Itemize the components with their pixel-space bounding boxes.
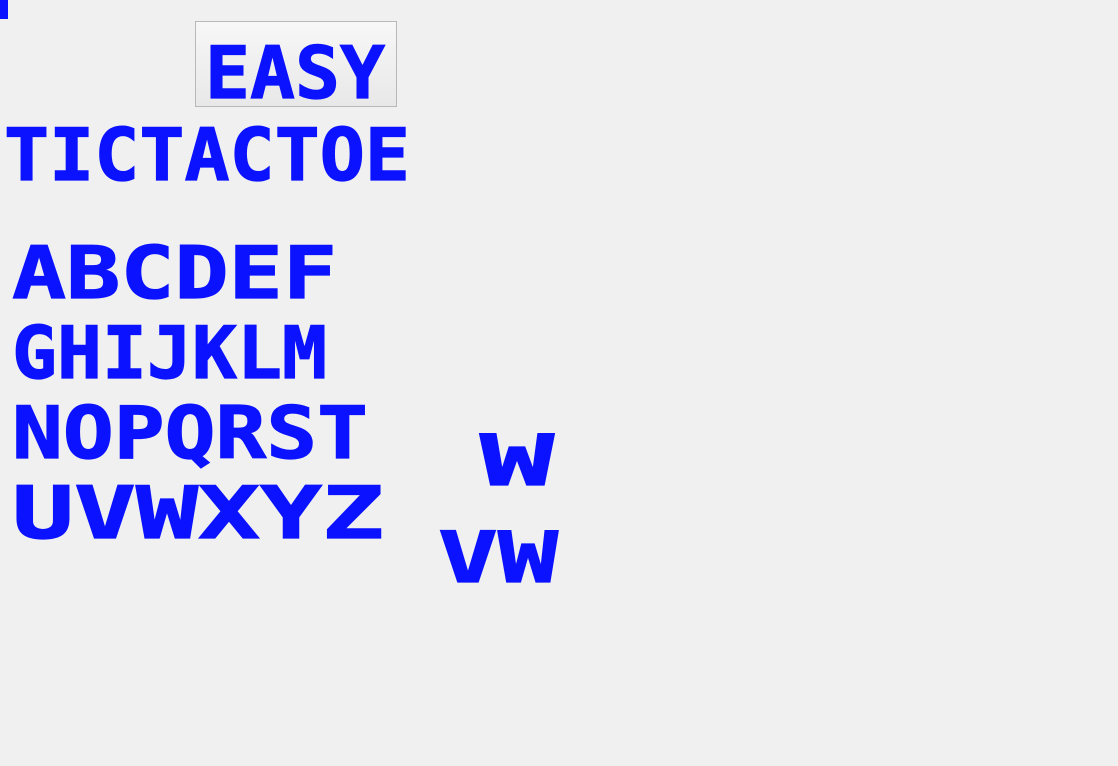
alphabet-row-1-text: ABCDEF — [12, 231, 337, 315]
game-canvas: EASY TICTACTOE ABCDEF GHIJKLM NOPQRST UV… — [0, 0, 1118, 766]
alphabet-row-4-text: UVWXYZ — [12, 471, 384, 555]
cursor-marker — [0, 0, 8, 19]
alphabet-row-2-text: GHIJKLM — [12, 311, 327, 395]
alphabet-row-3-text: NOPQRST — [12, 391, 368, 475]
sample-glyph-pair: VW — [437, 516, 559, 599]
sample-glyph-pair-text: VW — [438, 517, 559, 599]
alphabet-row-1: ABCDEF — [11, 230, 337, 315]
difficulty-label: EASY — [204, 30, 386, 115]
difficulty-label-text: EASY — [205, 31, 386, 115]
game-title-text: TICTACTOE — [4, 113, 410, 197]
game-title: TICTACTOE — [3, 112, 410, 197]
alphabet-row-4: UVWXYZ — [11, 470, 384, 555]
alphabet-row-3: NOPQRST — [11, 390, 368, 475]
sample-glyph-w-text: W — [480, 420, 555, 502]
sample-glyph-w: W — [479, 419, 556, 502]
alphabet-row-2: GHIJKLM — [11, 310, 327, 395]
